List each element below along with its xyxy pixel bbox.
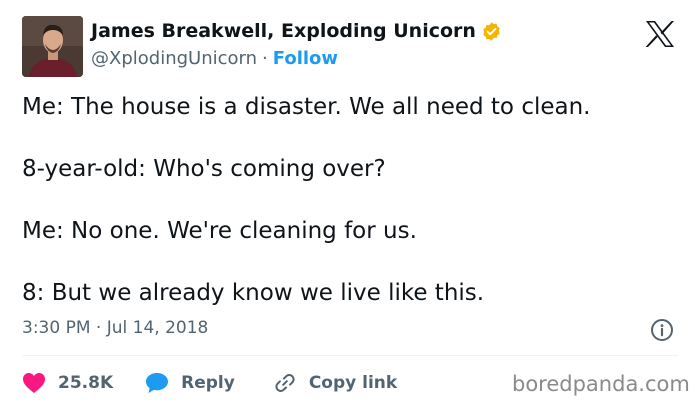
tweet-line: 8: But we already know we live like this… (22, 280, 485, 306)
tweet-line: 8-year-old: Who's coming over? (22, 156, 386, 182)
info-icon[interactable] (650, 318, 674, 342)
like-button[interactable]: 25.8K (22, 372, 113, 394)
heart-icon (23, 373, 45, 393)
divider (22, 355, 678, 356)
tweet-text: Me: The house is a disaster. We all need… (22, 92, 682, 340)
tweet-line: Me: No one. We're cleaning for us. (22, 218, 417, 244)
x-logo-icon[interactable] (645, 20, 675, 48)
copy-link-label: Copy link (308, 373, 398, 393)
author-handle-row: @XplodingUnicorn · Follow (91, 48, 338, 69)
speech-bubble-icon (146, 373, 169, 393)
author-display-name[interactable]: James Breakwell, Exploding Unicorn (91, 20, 476, 42)
tweet-line: Me: The house is a disaster. We all need… (22, 94, 591, 120)
link-icon (275, 374, 295, 392)
author-handle[interactable]: @XplodingUnicorn (91, 48, 257, 69)
tweet-actions: 25.8K Reply Copy link (22, 370, 397, 396)
tweet-timestamp[interactable]: 3:30 PM · Jul 14, 2018 (22, 318, 208, 338)
handle-separator: · (262, 48, 268, 69)
copy-link-button[interactable]: Copy link (273, 371, 397, 395)
reply-button[interactable]: Reply (145, 372, 235, 394)
author-name-row: James Breakwell, Exploding Unicorn (91, 20, 502, 42)
follow-button[interactable]: Follow (273, 48, 338, 69)
avatar[interactable] (22, 16, 83, 77)
reply-label: Reply (181, 373, 235, 393)
like-count: 25.8K (58, 373, 114, 393)
verified-badge-icon (481, 21, 502, 42)
watermark: boredpanda.com (512, 372, 690, 396)
tweet-card: James Breakwell, Exploding Unicorn @Xplo… (0, 0, 700, 410)
